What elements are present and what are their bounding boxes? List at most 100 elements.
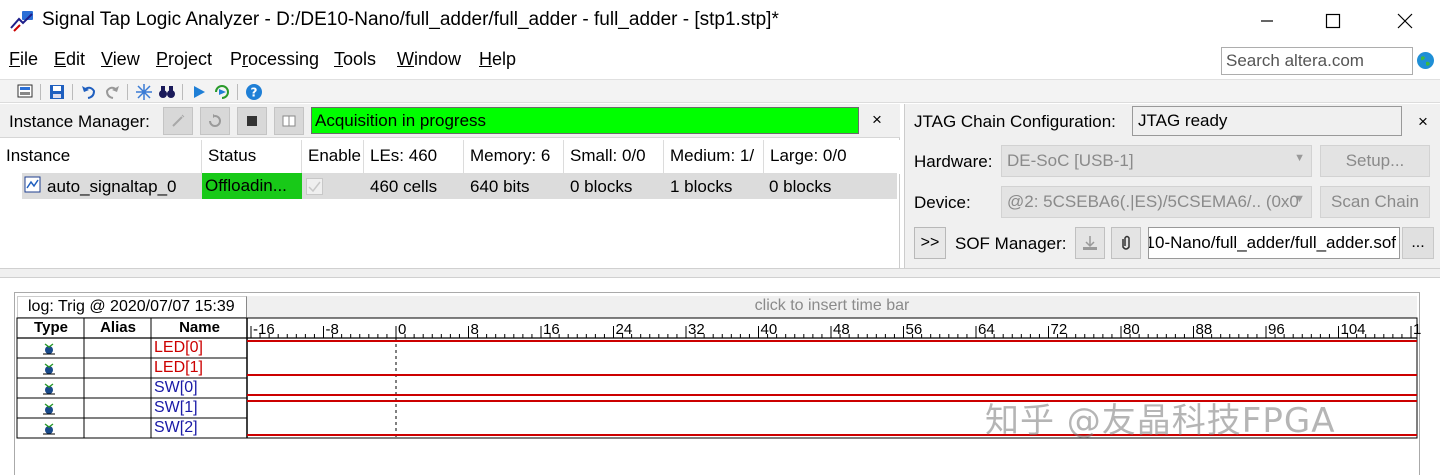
maximize-button[interactable] (1298, 0, 1368, 42)
instance-icon (24, 176, 41, 193)
device-select[interactable]: @2: 5CSEBA6(.|ES)/5CSEMA6/.. (0x0 ▼ (1001, 186, 1312, 218)
memory-value: 640 bits (470, 177, 530, 196)
menu-tools[interactable]: Tools (334, 49, 376, 70)
toolbar-separator (72, 84, 73, 100)
sof-path-input[interactable]: D:/DE10-Nano/full_adder/full_adder.sof (1148, 227, 1400, 259)
column-header-enable[interactable]: Enable (302, 140, 364, 174)
ruler-tick-label: 32 (688, 321, 705, 338)
minimize-icon (1261, 20, 1273, 22)
column-header-instance[interactable]: Instance (0, 140, 202, 174)
title-bar: Signal Tap Logic Analyzer - D:/DE10-Nano… (0, 0, 1440, 42)
ruler-tick-label: 96 (1268, 321, 1285, 338)
jtag-status-field: JTAG ready (1132, 106, 1402, 136)
search-input[interactable]: Search altera.com (1221, 47, 1413, 75)
large-value: 0 blocks (769, 177, 832, 196)
instance-manager-header: Instance Manager: Acquisition in progres… (0, 104, 900, 138)
svg-text:?: ? (251, 86, 258, 100)
magic-wand-icon (172, 114, 185, 127)
setup-button[interactable]: Setup... (1320, 145, 1430, 177)
ruler-tick-label: -16 (253, 321, 275, 338)
jtag-title: JTAG Chain Configuration: (914, 112, 1116, 131)
read-data-icon (282, 115, 296, 127)
ruler-tick-label: 16 (543, 321, 560, 338)
toolbar-separator (237, 84, 238, 100)
column-header-name[interactable]: Name (152, 318, 247, 338)
program-device-icon (1083, 236, 1097, 250)
find-binoculars-icon[interactable] (158, 83, 176, 101)
project-navigator-icon[interactable] (17, 83, 35, 101)
autorun-analysis-icon[interactable] (213, 83, 231, 101)
ruler-tick-label: -8 (326, 321, 339, 338)
save-icon[interactable] (48, 83, 66, 101)
ruler-tick-label: 88 (1196, 321, 1213, 338)
menu-edit[interactable]: Edit (54, 49, 85, 70)
sof-manager-label: SOF Manager: (955, 234, 1067, 253)
program-device-button[interactable] (1075, 227, 1105, 259)
column-header-memory[interactable]: Memory: 6 (464, 140, 564, 174)
read-data-button[interactable] (274, 107, 304, 135)
globe-icon[interactable] (1416, 51, 1435, 70)
signal-name-sw2[interactable]: SW[2] (154, 419, 198, 437)
hardware-label: Hardware: (914, 152, 993, 171)
signal-type-icon (44, 343, 54, 348)
signal-type-icon (44, 383, 54, 388)
acquisition-status: Acquisition in progress (311, 107, 859, 134)
column-header-small[interactable]: Small: 0/0 (564, 140, 664, 174)
signal-name-sw0[interactable]: SW[0] (154, 379, 198, 397)
column-header-alias[interactable]: Alias (85, 318, 151, 338)
stop-analysis-button[interactable] (237, 107, 267, 135)
ruler-tick-label: 40 (761, 321, 778, 338)
close-window-button[interactable] (1370, 0, 1440, 42)
instance-name: auto_signaltap_0 (47, 177, 177, 196)
menu-project[interactable]: Project (156, 49, 212, 70)
column-header-medium[interactable]: Medium: 1/ (664, 140, 764, 174)
sof-browse-button[interactable]: ... (1402, 227, 1434, 259)
ruler-tick-label: 48 (833, 321, 850, 338)
node-finder-icon[interactable] (135, 83, 153, 101)
ruler-tick-label: 56 (906, 321, 923, 338)
help-icon[interactable]: ? (245, 83, 263, 101)
attach-file-button[interactable] (1111, 227, 1141, 259)
menu-file[interactable]: File (9, 49, 38, 70)
menu-window[interactable]: Window (397, 49, 461, 70)
jtag-config-panel: JTAG Chain Configuration: JTAG ready × H… (904, 104, 1440, 268)
jtag-close-button[interactable]: × (1418, 112, 1428, 132)
signal-tap-app-icon (10, 11, 33, 32)
redo-icon[interactable] (103, 83, 121, 101)
stop-icon (247, 116, 257, 126)
signal-name-sw1[interactable]: SW[1] (154, 399, 198, 417)
run-analysis-icon[interactable] (190, 83, 208, 101)
ruler-tick-label: 80 (1123, 321, 1140, 338)
signal-name-led1[interactable]: LED[1] (154, 359, 203, 377)
scan-chain-button[interactable]: Scan Chain (1320, 186, 1430, 218)
maximize-icon (1325, 13, 1341, 29)
ruler-tick-label: 72 (1051, 321, 1068, 338)
menu-processing[interactable]: Processing (230, 49, 319, 70)
instance-manager-panel: Instance Manager: Acquisition in progres… (0, 104, 900, 268)
menu-help[interactable]: Help (479, 49, 516, 70)
minimize-button[interactable] (1232, 0, 1302, 42)
column-header-large[interactable]: Large: 0/0 (764, 140, 900, 174)
signal-name-led0[interactable]: LED[0] (154, 339, 203, 357)
medium-value: 1 blocks (670, 177, 733, 196)
hardware-select[interactable]: DE-SoC [USB-1] ▼ (1001, 145, 1312, 177)
window-title: Signal Tap Logic Analyzer - D:/DE10-Nano… (42, 9, 779, 30)
small-value: 0 blocks (570, 177, 633, 196)
sof-expand-button[interactable]: >> (914, 227, 946, 259)
panel-splitter[interactable] (0, 268, 1440, 278)
run-analysis-button[interactable] (163, 107, 193, 135)
toolbar-separator (127, 84, 128, 100)
les-value: 460 cells (370, 177, 438, 196)
chevron-down-icon: ▼ (1294, 152, 1305, 164)
column-header-type[interactable]: Type (18, 318, 84, 338)
enable-checkbox[interactable] (306, 178, 323, 195)
column-header-les[interactable]: LEs: 460 (364, 140, 464, 174)
column-header-status[interactable]: Status (202, 140, 302, 174)
undo-icon[interactable] (80, 83, 98, 101)
instance-manager-close-button[interactable]: × (872, 110, 882, 130)
autorun-button[interactable] (200, 107, 230, 135)
waveform-viewer: log: Trig @ 2020/07/07 15:39 click to in… (14, 292, 1421, 475)
ruler-tick-label: 24 (616, 321, 633, 338)
instance-manager-title: Instance Manager: (9, 112, 150, 131)
menu-view[interactable]: View (101, 49, 140, 70)
